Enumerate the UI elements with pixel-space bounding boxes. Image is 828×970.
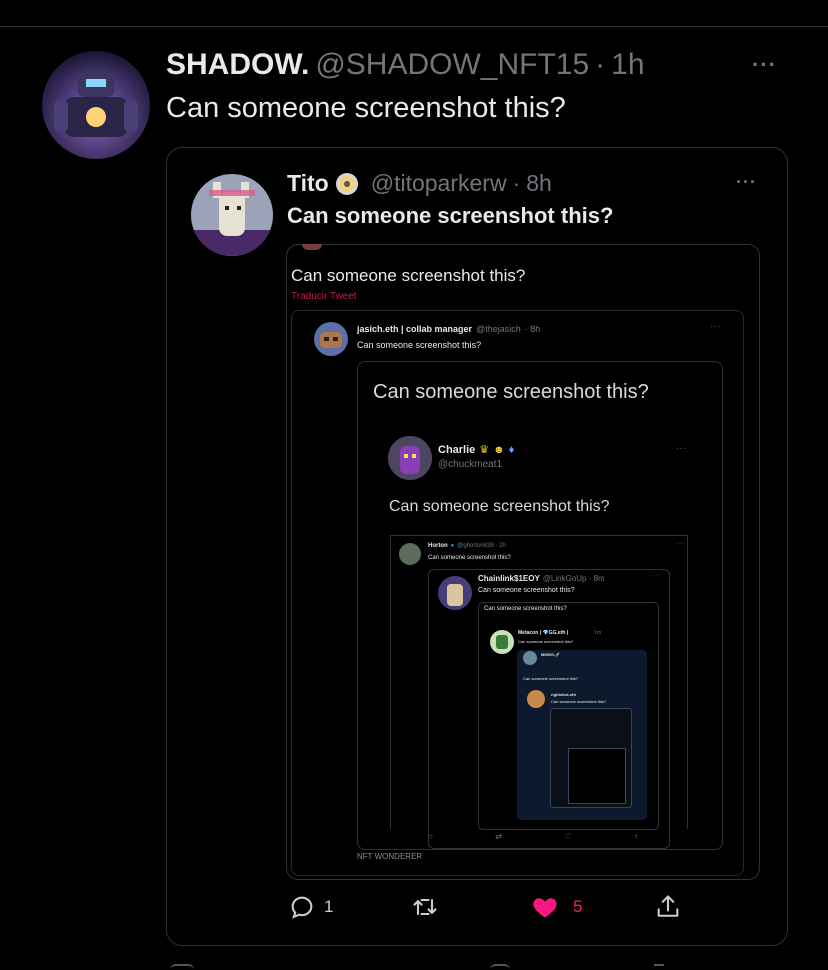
robot-avatar-icon: [42, 51, 150, 159]
shot6-display-name: Metacon | 💎GG.eth |: [518, 630, 569, 636]
action-share[interactable]: [654, 893, 682, 921]
shot5-handle: @LinkGoUp · 8m: [542, 574, 605, 583]
shot4-avatar: [399, 543, 421, 565]
shot2-handle: @thejasich: [476, 324, 521, 334]
bottom-partial-icons: [170, 964, 690, 970]
display-name[interactable]: SHADOW.: [166, 48, 309, 82]
shot3-reply-icon: ○: [428, 832, 433, 841]
crown-icon: ♛: [479, 444, 490, 456]
top-divider: [0, 26, 828, 27]
shot6-avatar: [490, 630, 514, 654]
like-count: 5: [573, 897, 583, 916]
shot3-retweet-icon: ⇄: [495, 832, 502, 841]
quote-display-name[interactable]: Tito: [287, 170, 329, 197]
emoji-icon: ☻: [493, 443, 505, 456]
more-options-icon[interactable]: ···: [752, 52, 777, 78]
quote-header: Tito @titoparkerw · 8h: [287, 170, 552, 197]
tweet-header: SHADOW. @SHADOW_NFT15 · 1h: [166, 48, 645, 84]
shot3-more-icon: ···: [676, 444, 687, 453]
tweet-text: Can someone screenshot this?: [166, 92, 566, 124]
separator: ·: [595, 48, 606, 81]
shot1-translate-link[interactable]: Traducir Tweet: [291, 291, 357, 302]
handle[interactable]: @SHADOW_NFT15: [315, 48, 589, 82]
shot3-heading: Can someone screenshot this?: [373, 381, 649, 403]
shot4-header: Horton ● @ghorton639 · 2h: [428, 543, 506, 549]
shot2-avatar: [314, 322, 348, 356]
disc-icon: [335, 172, 359, 196]
shot6-text: Can someone screenshot this?: [518, 639, 574, 644]
shot2-time: · 8h: [524, 324, 541, 334]
verified-icon: ●: [450, 543, 455, 549]
shot5-display-name: Chainlink$1EOY: [478, 574, 540, 583]
shot2-header: jasich.eth | collab manager @thejasich ·…: [357, 324, 540, 334]
share-icon: [657, 895, 679, 917]
heart-icon: [533, 898, 557, 918]
shot5-more-icon: ···: [650, 573, 659, 579]
shot1-text: Can someone screenshot this?: [291, 266, 526, 285]
shot2-more-icon: ···: [710, 322, 721, 331]
shot3-share-icon: ↑: [633, 832, 638, 841]
shot6-text2: Can someone screenshot this?: [523, 676, 579, 681]
shot3-avatar: [388, 436, 432, 480]
shot6-name3: rightclick.eth: [551, 692, 576, 697]
shot6-nested-image-inner: [568, 748, 626, 804]
llama-avatar-icon: [191, 174, 273, 256]
shot6-avatar3: [527, 690, 545, 708]
shot4-handle: @ghorton639 · 2h: [457, 543, 506, 549]
avatar-shadow[interactable]: [42, 51, 150, 159]
shot3-actions: ○ ⇄ ♡ ↑: [428, 832, 638, 841]
shot6-header: Metacon | 💎GG.eth | · 1m: [518, 630, 601, 636]
shot3-handle: @chuckmeat1: [438, 459, 503, 470]
shot2-display-name: jasich.eth | collab manager: [357, 324, 473, 334]
shot6-text3: Can someone screenshot this?: [551, 699, 607, 704]
shot4-text: Can someone screenshot this?: [428, 555, 511, 561]
shot5-header: Chainlink$1EOY @LinkGoUp · 8m: [478, 574, 605, 583]
shot3-footer: NFT WONDERER: [357, 852, 423, 861]
shot3-text: Can someone screenshot this?: [389, 498, 610, 515]
shot5-avatar: [438, 576, 472, 610]
quote-separator: ·: [512, 170, 521, 196]
shot6-time: · 1m: [591, 630, 602, 636]
timestamp[interactable]: 1h: [611, 48, 644, 82]
shot4-more-icon: ···: [676, 541, 685, 547]
quote-text: Can someone screenshot this?: [287, 203, 614, 228]
shot3-header: Charlie ♛ ☻ ♦: [438, 443, 515, 457]
shot6-name2: MIKEG.🚀: [541, 652, 561, 657]
drop-icon: ♦: [508, 443, 515, 456]
shot2-text: Can someone screenshot this?: [357, 340, 482, 350]
shot5-text2: Can someone screenshot this?: [484, 606, 567, 612]
quote-time[interactable]: 8h: [526, 170, 552, 197]
shot1-avatar-fragment: [302, 244, 322, 250]
shot5-text: Can someone screenshot this?: [478, 587, 575, 594]
shot3-like-icon: ♡: [564, 832, 572, 841]
avatar-tito[interactable]: [191, 174, 273, 256]
action-reply[interactable]: 1: [288, 893, 333, 921]
quote-handle[interactable]: @titoparkerw: [371, 170, 507, 197]
shot3-display-name: Charlie: [438, 443, 476, 456]
shot4-display-name: Horton: [428, 543, 448, 549]
quote-more-icon[interactable]: ···: [736, 172, 757, 193]
action-retweet[interactable]: [411, 893, 447, 921]
reply-icon: [291, 896, 313, 919]
retweet-icon: [413, 898, 437, 916]
action-like[interactable]: 5: [531, 893, 582, 921]
shot6-avatar2: [523, 651, 537, 665]
reply-count: 1: [324, 897, 334, 916]
